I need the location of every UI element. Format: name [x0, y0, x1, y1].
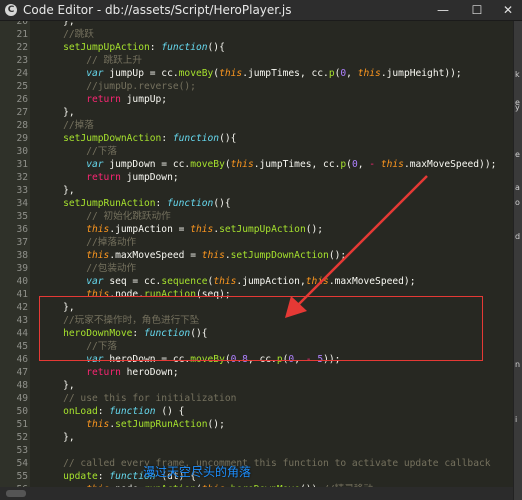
- arrow-shaft: [294, 175, 428, 309]
- annotation-arrow: [285, 175, 428, 318]
- video-subtitle: 漫过天空尽头的角落: [143, 465, 252, 479]
